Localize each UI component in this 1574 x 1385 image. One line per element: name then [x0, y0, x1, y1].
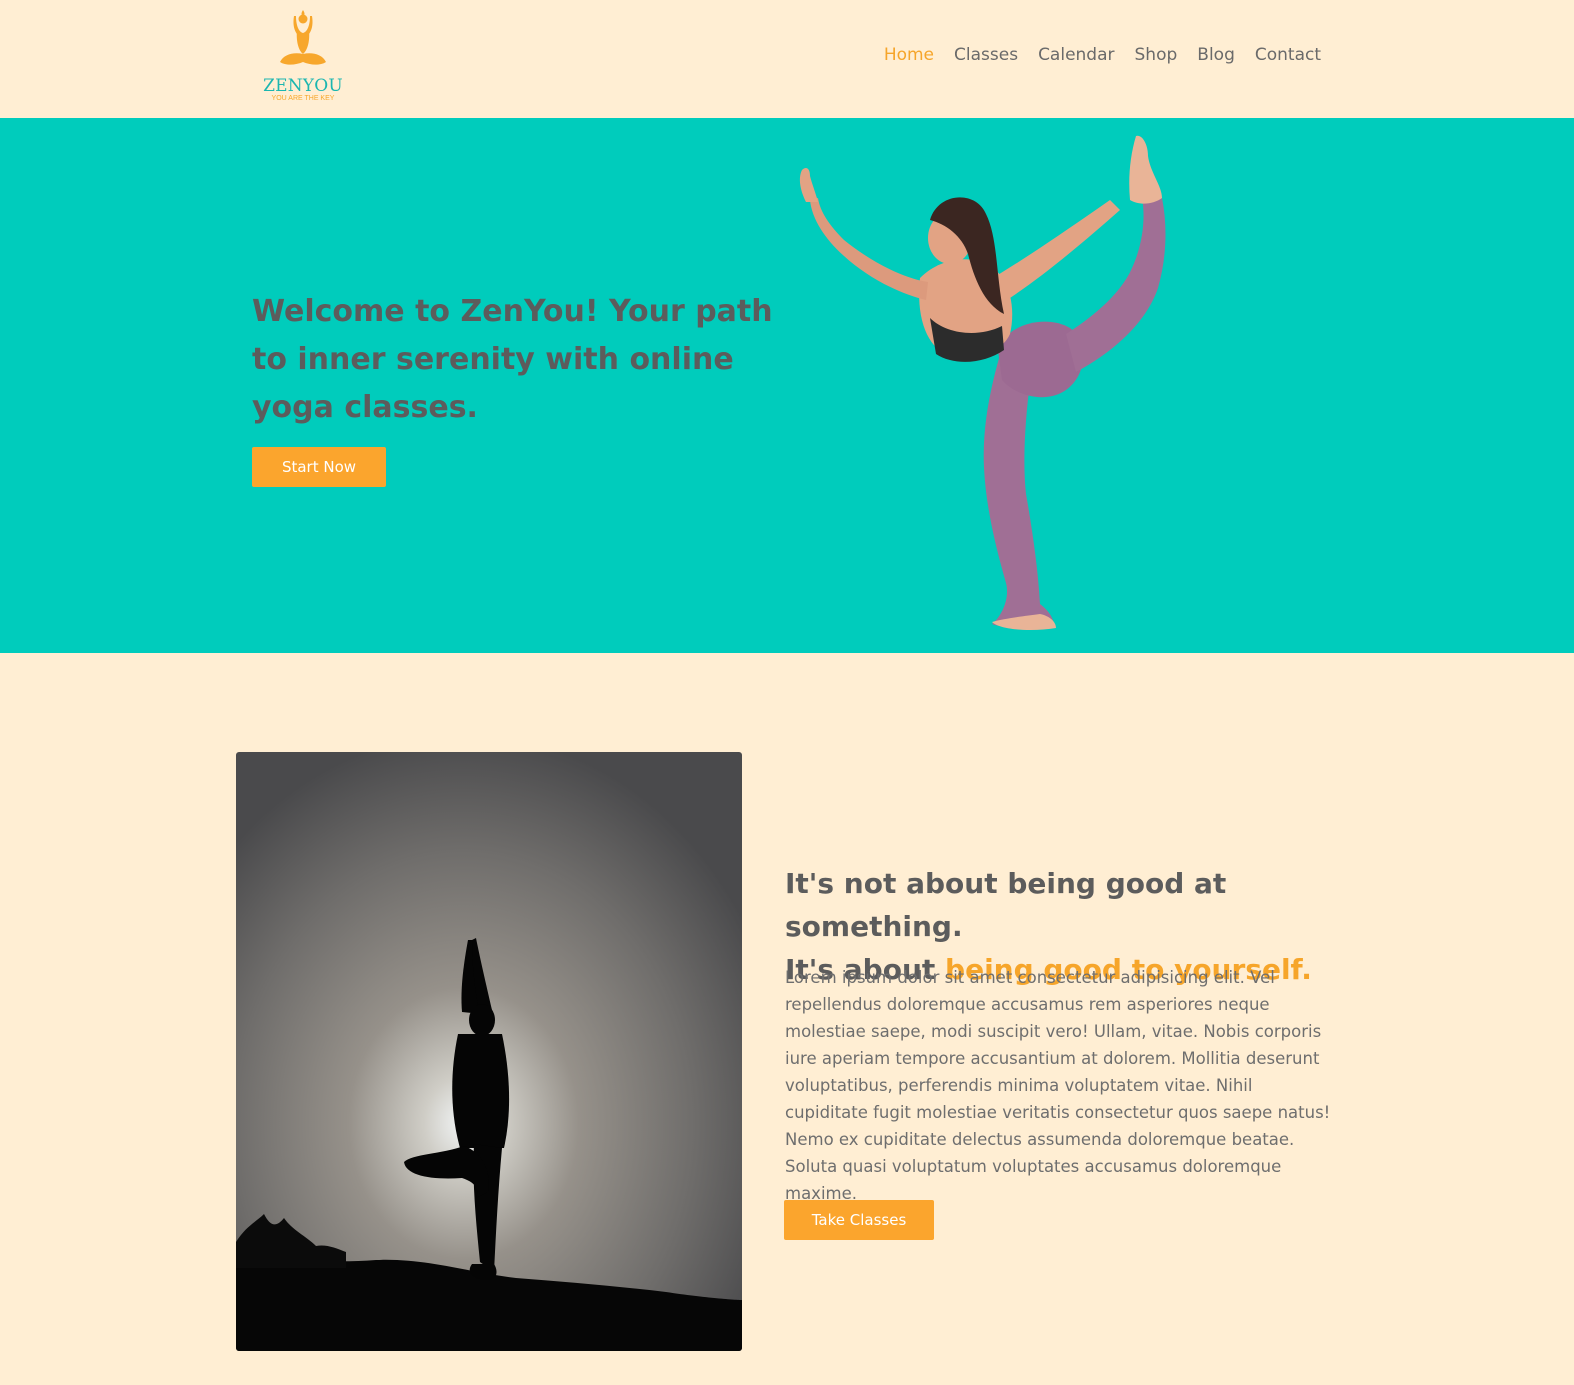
hero-section: Welcome to ZenYou! Your path to inner se… [0, 118, 1574, 653]
nav-item-contact[interactable]: Contact [1255, 45, 1321, 65]
hero-title: Welcome to ZenYou! Your path to inner se… [252, 294, 773, 425]
take-classes-button[interactable]: Take Classes [784, 1200, 934, 1240]
about-heading-line-1: It's not about being good at something. [785, 867, 1227, 943]
nav-item-calendar[interactable]: Calendar [1038, 45, 1114, 65]
nav-item-shop[interactable]: Shop [1135, 45, 1178, 65]
start-now-button[interactable]: Start Now [252, 447, 386, 487]
silhouette-photo-graphic [236, 752, 742, 1351]
nav-item-classes[interactable]: Classes [954, 45, 1018, 65]
about-body-text: Lorem ipsum dolor sit amet consectetur a… [785, 968, 1331, 1203]
brand-tagline: YOU ARE THE KEY [271, 95, 335, 102]
main-nav: Home Classes Calendar Shop Blog Contact [884, 45, 1321, 65]
tree-pose-silhouette-image [236, 752, 742, 1351]
nav-item-home[interactable]: Home [884, 45, 934, 65]
nav-item-blog[interactable]: Blog [1197, 45, 1235, 65]
brand-name: ZENYOU [263, 76, 343, 96]
meditation-figure-icon [280, 10, 326, 65]
site-header: ZENYOU YOU ARE THE KEY Home Classes Cale… [0, 0, 1574, 118]
brand-logo[interactable]: ZENYOU YOU ARE THE KEY [258, 10, 348, 106]
yoga-dancer-pose-image [799, 135, 1166, 630]
